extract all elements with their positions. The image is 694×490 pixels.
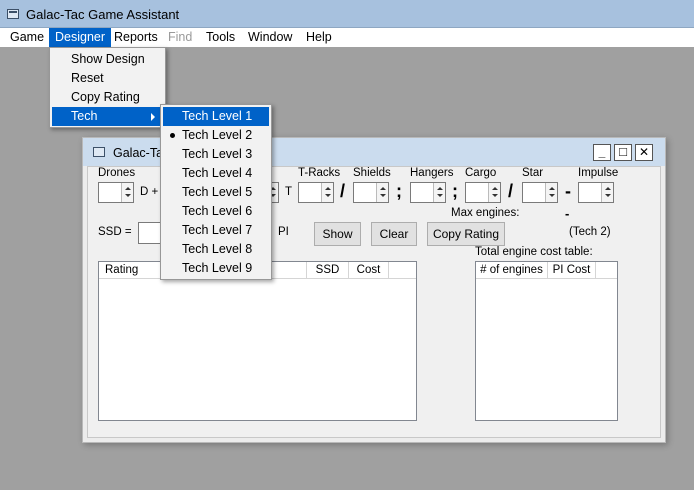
- spin-down-icon[interactable]: [549, 194, 555, 197]
- impulse-spinner-arrows[interactable]: [601, 183, 613, 202]
- spin-down-icon[interactable]: [492, 194, 498, 197]
- app-window-icon: [7, 9, 19, 19]
- shields-spinner-arrows[interactable]: [376, 183, 388, 202]
- shields-label: Shields: [353, 167, 391, 179]
- cargo-label: Cargo: [465, 167, 497, 179]
- menu-tech-level-3[interactable]: Tech Level 3: [163, 145, 269, 164]
- t-label: T: [285, 186, 293, 198]
- dash-separator: -: [565, 181, 571, 201]
- menu-copy-rating[interactable]: Copy Rating: [52, 88, 163, 107]
- menubar: Game Designer Reports Find Tools Window …: [0, 28, 694, 47]
- hangers-spinner-arrows[interactable]: [433, 183, 445, 202]
- impulse-spinner[interactable]: [578, 182, 614, 203]
- menu-reports[interactable]: Reports: [108, 28, 164, 47]
- shields-spinner[interactable]: [353, 182, 389, 203]
- spin-up-icon[interactable]: [325, 187, 331, 190]
- menu-tech-level-8[interactable]: Tech Level 8: [163, 240, 269, 259]
- close-button[interactable]: ✕: [635, 144, 653, 161]
- menu-reset[interactable]: Reset: [52, 69, 163, 88]
- menu-tech-level-7[interactable]: Tech Level 7: [163, 221, 269, 240]
- star-spinner-arrows[interactable]: [545, 183, 557, 202]
- semicolon-separator: ;: [396, 181, 402, 201]
- clear-button[interactable]: Clear: [371, 222, 417, 246]
- tech-submenu: Tech Level 1 Tech Level 2 Tech Level 3 T…: [160, 104, 272, 280]
- menu-show-design[interactable]: Show Design: [52, 50, 163, 69]
- semicolon-separator: ;: [452, 181, 458, 201]
- submenu-arrow-icon: [151, 113, 155, 121]
- spin-up-icon[interactable]: [380, 187, 386, 190]
- t-racks-spinner-arrows[interactable]: [321, 183, 333, 202]
- d-plus-label: D +: [140, 186, 159, 198]
- menu-tech-level-2-label: Tech Level 2: [182, 128, 253, 142]
- app-titlebar: Galac-Tac Game Assistant: [0, 0, 694, 28]
- app-title: Galac-Tac Game Assistant: [26, 7, 180, 22]
- star-label: Star: [522, 167, 544, 179]
- rating-table[interactable]: Rating SSD Cost: [98, 261, 417, 421]
- spin-down-icon[interactable]: [380, 194, 386, 197]
- show-button[interactable]: Show: [314, 222, 361, 246]
- ssd-column-header[interactable]: SSD: [307, 262, 349, 279]
- spin-up-icon[interactable]: [549, 187, 555, 190]
- menu-tech-level-4[interactable]: Tech Level 4: [163, 164, 269, 183]
- engine-cost-table[interactable]: # of engines PI Cost: [475, 261, 618, 421]
- radio-bullet-icon: [170, 133, 175, 138]
- spin-down-icon[interactable]: [437, 194, 443, 197]
- spin-up-icon[interactable]: [605, 187, 611, 190]
- menu-find[interactable]: Find: [162, 28, 198, 47]
- hangers-spinner[interactable]: [410, 182, 446, 203]
- star-spinner[interactable]: [522, 182, 558, 203]
- slash-separator: /: [340, 181, 346, 201]
- minimize-button[interactable]: _: [593, 144, 611, 161]
- menu-tech-level-9[interactable]: Tech Level 9: [163, 259, 269, 278]
- spin-up-icon[interactable]: [492, 187, 498, 190]
- impulse-label: Impulse: [578, 167, 619, 179]
- t-racks-spinner[interactable]: [298, 182, 334, 203]
- pi-cost-column-header[interactable]: PI Cost: [548, 262, 596, 279]
- spin-down-icon[interactable]: [325, 194, 331, 197]
- menu-game[interactable]: Game: [4, 28, 50, 47]
- engines-column-header[interactable]: # of engines: [476, 262, 548, 279]
- drones-spinner-arrows[interactable]: [121, 183, 133, 202]
- maximize-button[interactable]: □: [614, 144, 632, 161]
- menu-tech-level-5[interactable]: Tech Level 5: [163, 183, 269, 202]
- hangers-label: Hangers: [410, 167, 454, 179]
- cargo-spinner[interactable]: [465, 182, 501, 203]
- tech-level-indicator: (Tech 2): [569, 226, 611, 238]
- slash-separator: /: [508, 181, 514, 201]
- menu-window[interactable]: Window: [242, 28, 298, 47]
- spin-down-icon[interactable]: [125, 194, 131, 197]
- cargo-spinner-arrows[interactable]: [488, 183, 500, 202]
- drones-label: Drones: [98, 167, 136, 179]
- pi-label: PI: [278, 226, 289, 238]
- drones-spinner[interactable]: [98, 182, 134, 203]
- max-engines-value: -: [565, 206, 570, 221]
- menu-tech-label: Tech: [71, 109, 98, 123]
- menu-tech-level-2[interactable]: Tech Level 2: [163, 126, 269, 145]
- copy-rating-button[interactable]: Copy Rating: [427, 222, 505, 246]
- spin-up-icon[interactable]: [125, 187, 131, 190]
- menu-tech-level-6[interactable]: Tech Level 6: [163, 202, 269, 221]
- ssd-label: SSD =: [98, 226, 132, 238]
- engine-cost-table-label: Total engine cost table:: [475, 246, 593, 258]
- menu-tools[interactable]: Tools: [200, 28, 241, 47]
- menu-designer[interactable]: Designer: [49, 28, 112, 47]
- designer-menu: Show Design Reset Copy Rating Tech: [49, 47, 166, 128]
- child-window-icon: [93, 147, 105, 157]
- engine-table-header: # of engines PI Cost: [476, 262, 617, 279]
- menu-help[interactable]: Help: [300, 28, 338, 47]
- cost-column-header[interactable]: Cost: [349, 262, 389, 279]
- menu-tech[interactable]: Tech: [52, 107, 163, 126]
- max-engines-label: Max engines:: [451, 207, 520, 219]
- t-racks-label: T-Racks: [298, 167, 341, 179]
- spin-down-icon[interactable]: [605, 194, 611, 197]
- menu-tech-level-1[interactable]: Tech Level 1: [163, 107, 269, 126]
- spin-up-icon[interactable]: [437, 187, 443, 190]
